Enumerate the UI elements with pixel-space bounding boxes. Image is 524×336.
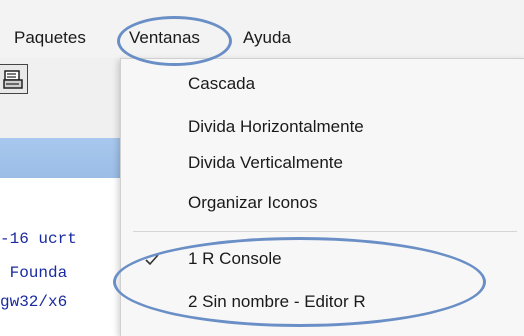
menu-item-r-console[interactable]: 1 R Console <box>188 249 282 269</box>
menu-bar: Paquetes Ventanas Ayuda <box>0 0 524 58</box>
console-line: Founda <box>0 264 68 282</box>
print-button[interactable] <box>0 64 28 94</box>
console-line: gw32/x6 <box>0 293 68 311</box>
menu-ventanas[interactable]: Ventanas <box>129 28 200 48</box>
menu-item-editor-r[interactable]: 2 Sin nombre - Editor R <box>188 292 366 312</box>
console-window-titlebar[interactable] <box>0 138 130 178</box>
console-line: -16 ucrt <box>0 230 77 248</box>
menu-ayuda[interactable]: Ayuda <box>243 28 291 48</box>
menu-paquetes[interactable]: Paquetes <box>14 28 86 48</box>
menu-item-divida-verticalmente[interactable]: Divida Verticalmente <box>188 153 343 173</box>
console-output: -16 ucrt Founda gw32/x6 <box>0 178 130 335</box>
print-icon <box>3 70 23 89</box>
ventanas-dropdown-menu: Cascada Divida Horizontalmente Divida Ve… <box>120 58 524 336</box>
menu-item-divida-horizontalmente[interactable]: Divida Horizontalmente <box>188 117 364 137</box>
menu-item-cascada[interactable]: Cascada <box>188 74 255 94</box>
checkmark-icon <box>145 254 159 266</box>
menu-separator <box>133 231 517 232</box>
menu-item-organizar-iconos[interactable]: Organizar Iconos <box>188 193 317 213</box>
